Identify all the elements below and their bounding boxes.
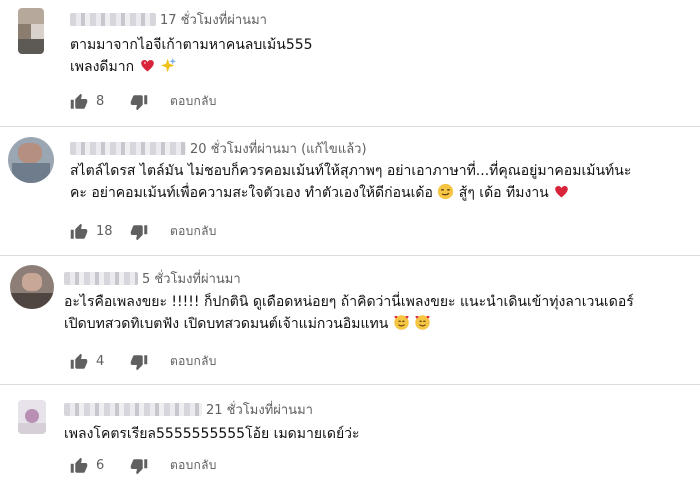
thumbs-up-icon[interactable] [70, 457, 88, 475]
comment-time[interactable]: 21 ชั่วโมงที่ผ่านมา [206, 399, 313, 420]
author-name[interactable] [70, 142, 186, 155]
avatar[interactable] [10, 265, 54, 309]
thumbs-down-icon[interactable] [130, 93, 148, 111]
thumbs-down-icon[interactable] [130, 457, 148, 475]
comment-line: อะไรคือเพลงขยะ !!!!! ก็ปกตินิ ดูเดือดหน่… [64, 294, 634, 310]
comment-line: ตามมาจากไอจีเก้าตามหาคนลบเม้น555 [70, 37, 313, 53]
thumbs-down-icon[interactable] [130, 223, 148, 241]
like-count: 6 [96, 458, 105, 473]
thumbs-down-icon[interactable] [130, 353, 148, 371]
smirk-face-icon [438, 183, 454, 200]
author-name[interactable] [70, 13, 156, 26]
reply-button[interactable]: ตอบกลับ [170, 456, 217, 475]
comment-line: เพลงโคตรเรียล5555555555โอ้ย เมดมายเดย์ว่… [64, 426, 360, 442]
comment-line: เปิดบทสวดทิเบตฟัง เปิดบทสวดมนต์เจ้าแม่กว… [64, 316, 389, 332]
like-count: 8 [96, 94, 105, 109]
comment-line: เพลงดีมาก [70, 59, 135, 75]
heart-sparkling-icon [140, 59, 154, 72]
author-name[interactable] [64, 272, 138, 285]
comment-time[interactable]: 17 ชั่วโมงที่ผ่านมา [160, 9, 267, 30]
comment-text: เพลงโคตรเรียล5555555555โอ้ย เมดมายเดย์ว่… [64, 423, 360, 445]
author-name[interactable] [64, 403, 202, 416]
smiling-hearts-face-icon [394, 315, 409, 330]
comment-text: อะไรคือเพลงขยะ !!!!! ก็ปกตินิ ดูเดือดหน่… [64, 291, 634, 335]
thumbs-up-icon[interactable] [70, 93, 88, 111]
like-count: 4 [96, 354, 105, 369]
avatar[interactable] [8, 137, 54, 183]
thumbs-up-icon[interactable] [70, 223, 88, 241]
comment-line: สไตล์ไดรส ไตล์มัน ไม่ชอบก็ควรคอมเม้นท์ให… [70, 163, 632, 179]
reply-button[interactable]: ตอบกลับ [170, 222, 217, 241]
comment-text: สไตล์ไดรส ไตล์มัน ไม่ชอบก็ควรคอมเม้นท์ให… [70, 160, 631, 204]
like-count: 18 [96, 224, 113, 239]
sparkles-icon [160, 57, 177, 73]
comment-line: สู้ๆ เด้อ ทีมงาน [458, 185, 549, 201]
smiling-hearts-face-icon [415, 315, 430, 330]
red-heart-icon [555, 185, 569, 198]
reply-button[interactable]: ตอบกลับ [170, 352, 217, 371]
comment-text: ตามมาจากไอจีเก้าตามหาคนลบเม้น555 เพลงดีม… [70, 34, 313, 78]
avatar[interactable] [18, 400, 46, 434]
comment-line: คะ อย่าคอมเม้นท์เพื่อความสะใจตัวเอง ทำตั… [70, 185, 433, 201]
divider [0, 126, 700, 127]
comment-time[interactable]: 20 ชั่วโมงที่ผ่านมา (แก้ไขแล้ว) [190, 138, 367, 159]
reply-button[interactable]: ตอบกลับ [170, 92, 217, 111]
avatar[interactable] [18, 8, 44, 54]
divider [0, 384, 700, 385]
comment-time[interactable]: 5 ชั่วโมงที่ผ่านมา [142, 268, 241, 289]
thumbs-up-icon[interactable] [70, 353, 88, 371]
divider [0, 255, 700, 256]
